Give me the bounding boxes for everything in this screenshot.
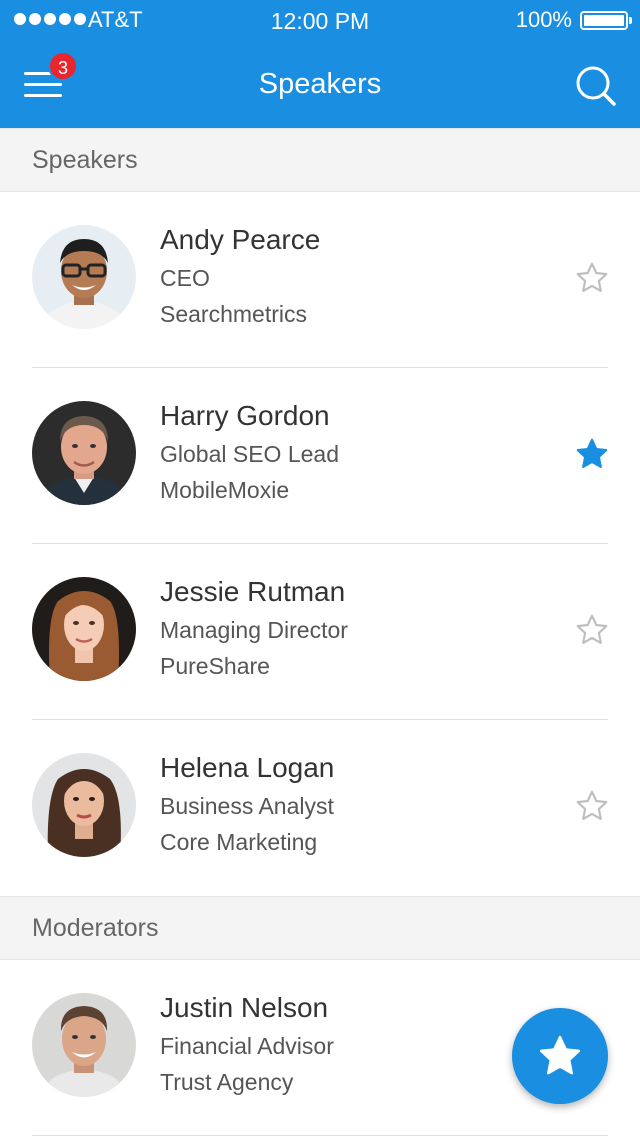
speaker-company: MobileMoxie (160, 477, 290, 503)
speaker-role: CEO (160, 265, 210, 291)
star-icon (539, 1035, 581, 1075)
section-header-moderators: Moderators (0, 896, 640, 960)
avatar (32, 401, 136, 505)
speaker-company: Core Marketing (160, 829, 318, 855)
speaker-row[interactable]: Andy Pearce CEO Searchmetrics (0, 192, 640, 368)
speaker-name: Harry Gordon (160, 400, 330, 431)
favorite-toggle[interactable] (574, 260, 610, 296)
moderator-name: Justin Nelson (160, 992, 329, 1023)
speaker-name: Andy Pearce (160, 224, 321, 255)
avatar (32, 577, 136, 681)
section-title: Moderators (32, 914, 159, 942)
speaker-role: Global SEO Lead (160, 441, 340, 467)
speaker-row[interactable]: Jessie Rutman Managing Director PureShar… (0, 544, 640, 720)
search-button[interactable] (574, 64, 618, 108)
search-icon (576, 66, 616, 106)
moderator-role: Financial Advisor (160, 1033, 334, 1059)
favorite-toggle[interactable] (574, 612, 610, 648)
speaker-name: Helena Logan (160, 752, 335, 783)
favorite-toggle[interactable] (574, 436, 610, 472)
speaker-row[interactable]: Helena Logan Business Analyst Core Marke… (0, 720, 640, 896)
star-outline-icon (576, 614, 608, 644)
favorites-fab-button[interactable] (512, 1008, 608, 1104)
avatar (32, 993, 136, 1097)
star-filled-icon (576, 438, 608, 468)
section-header-speakers: Speakers (0, 128, 640, 192)
app-header: AT&T 12:00 PM 100% 3 Speakers (0, 0, 640, 128)
speaker-name: Jessie Rutman (160, 576, 346, 607)
speaker-row[interactable]: Harry Gordon Global SEO Lead MobileMoxie (0, 368, 640, 544)
speaker-role: Managing Director (160, 617, 348, 643)
avatar (32, 225, 136, 329)
speaker-company: PureShare (160, 653, 270, 679)
battery-icon (580, 11, 632, 30)
avatar (32, 753, 136, 857)
speaker-company: Searchmetrics (160, 301, 307, 327)
favorite-toggle[interactable] (574, 788, 610, 824)
section-title: Speakers (32, 146, 138, 174)
star-outline-icon (576, 262, 608, 292)
star-outline-icon (576, 790, 608, 820)
status-bar: AT&T 12:00 PM 100% (0, 0, 640, 40)
moderator-company: Trust Agency (160, 1069, 294, 1095)
speaker-role: Business Analyst (160, 793, 334, 819)
page-title: Speakers (258, 68, 382, 100)
battery-percentage: 100% (515, 7, 572, 32)
